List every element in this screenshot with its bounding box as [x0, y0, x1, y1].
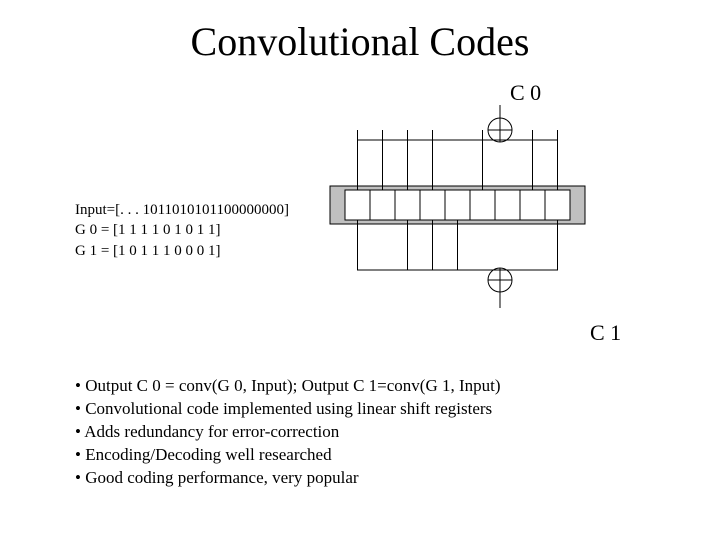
c1-output-label: C 1 — [590, 320, 621, 346]
register-cell — [470, 190, 495, 220]
register-cell — [445, 190, 470, 220]
bullet-item: • Convolutional code implemented using l… — [75, 398, 501, 421]
tap-wire-c1 — [433, 220, 501, 270]
register-cell — [520, 190, 545, 220]
bullet-item: • Output C 0 = conv(G 0, Input); Output … — [75, 375, 501, 398]
register-cell — [495, 190, 520, 220]
tap-wire-c1 — [500, 220, 558, 270]
tap-wire-c1 — [408, 220, 501, 270]
register-cell — [345, 190, 370, 220]
generator-params: Input=[. . . 1011010101100000000] G 0 = … — [75, 200, 289, 261]
page-title: Convolutional Codes — [0, 18, 720, 65]
bullet-item: • Good coding performance, very popular — [75, 467, 501, 490]
register-cell — [420, 190, 445, 220]
register-cell — [395, 190, 420, 220]
bullet-item: • Encoding/Decoding well researched — [75, 444, 501, 467]
tap-wire-c1 — [358, 220, 501, 270]
register-cell — [370, 190, 395, 220]
g0-polynomial: G 0 = [1 1 1 1 0 1 0 1 1] — [75, 220, 289, 240]
bullet-list: • Output C 0 = conv(G 0, Input); Output … — [75, 375, 501, 490]
input-sequence: Input=[. . . 1011010101100000000] — [75, 200, 289, 220]
encoder-diagram — [310, 100, 670, 310]
bullet-item: • Adds redundancy for error-correction — [75, 421, 501, 444]
tap-wire-c1 — [458, 220, 501, 270]
g1-polynomial: G 1 = [1 0 1 1 1 0 0 0 1] — [75, 241, 289, 261]
register-cell — [545, 190, 570, 220]
